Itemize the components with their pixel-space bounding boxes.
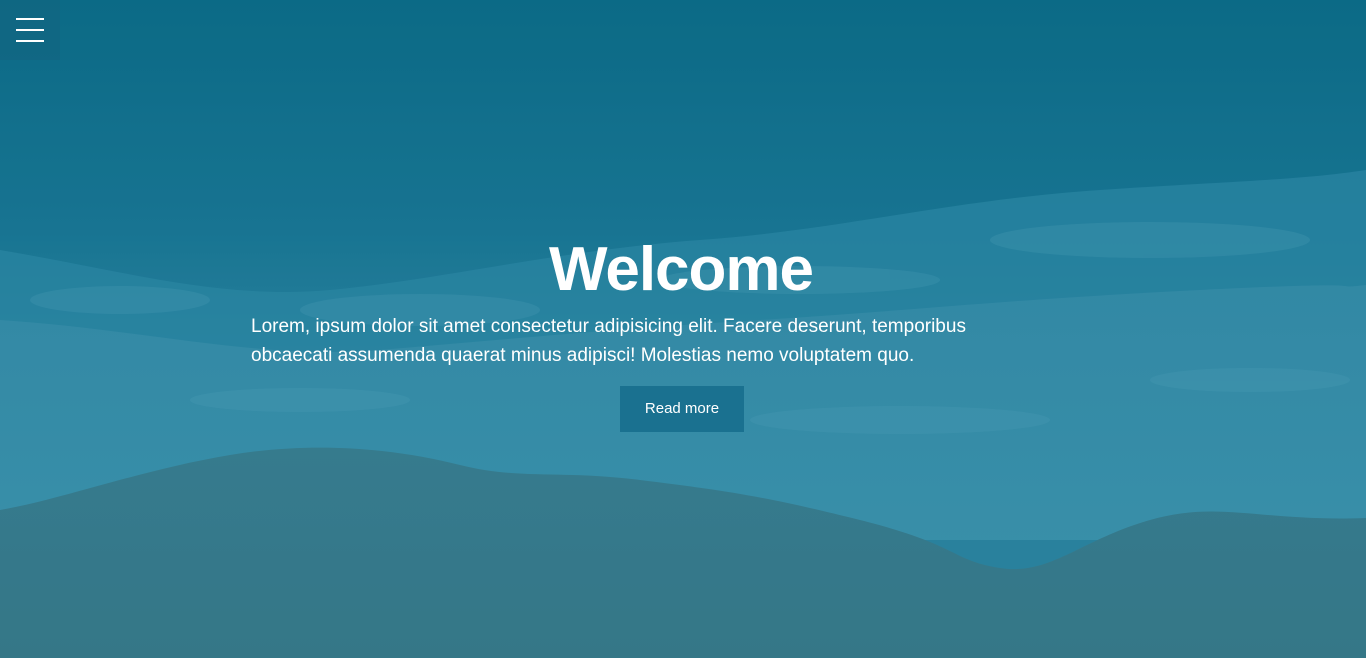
hero-content: Welcome Lorem, ipsum dolor sit amet cons… — [251, 232, 1115, 432]
menu-toggle-button[interactable] — [0, 0, 60, 60]
hamburger-menu-icon — [16, 18, 44, 20]
hero-text: Lorem, ipsum dolor sit amet consectetur … — [251, 316, 966, 366]
hamburger-menu-icon — [16, 29, 44, 31]
read-more-button[interactable]: Read more — [620, 386, 744, 432]
hero-section: Welcome Lorem, ipsum dolor sit amet cons… — [0, 0, 1366, 658]
hamburger-menu-icon — [16, 40, 44, 42]
hero-title: Welcome — [548, 235, 814, 304]
